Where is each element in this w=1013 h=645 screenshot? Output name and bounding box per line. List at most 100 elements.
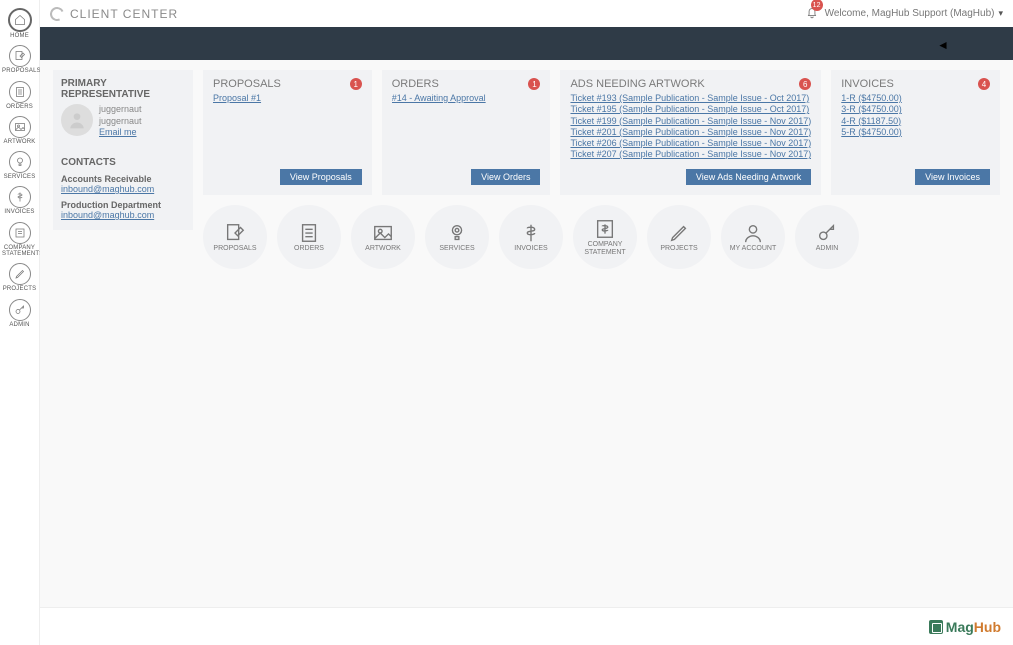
doc-lines-icon (298, 222, 320, 244)
topbar: CLIENT CENTER 12 Welcome, MagHub Support… (40, 0, 1013, 27)
rail-label: HOME (0, 33, 39, 39)
rail-projects[interactable]: PROJECTS (0, 259, 39, 294)
header-band (40, 27, 1013, 60)
image-icon (9, 116, 31, 138)
rep-heading: PRIMARY REPRESENTATIVE (61, 78, 185, 100)
nav-circle-projects[interactable]: PROJECTS (647, 205, 711, 269)
key-icon (816, 222, 838, 244)
notifications-button[interactable]: 12 (805, 5, 819, 22)
brand-mag: Mag (946, 619, 974, 635)
welcome-text: Welcome, MagHub Support (MagHub) (825, 8, 995, 19)
dollar-icon (9, 186, 31, 208)
rail-label: INVOICES (0, 209, 39, 215)
list-item[interactable]: 3-R ($4750.00) (841, 104, 990, 115)
dollar-icon (520, 222, 542, 244)
rail-label: ORDERS (0, 104, 39, 110)
rail-label: PROJECTS (0, 286, 39, 292)
rail-artwork[interactable]: ARTWORK (0, 112, 39, 147)
footer: MagHub (40, 607, 1013, 645)
pencil-doc-icon (224, 222, 246, 244)
nav-circle-artwork[interactable]: ARTWORK (351, 205, 415, 269)
rep-name: juggernaut (99, 116, 142, 128)
view-proposals-button[interactable]: View Proposals (280, 169, 362, 185)
chevron-down-icon[interactable]: ▾ (998, 8, 1003, 19)
card-ads-needing-artwork: ADS NEEDING ARTWORK 6 Ticket #193 (Sampl… (560, 70, 821, 195)
list-item[interactable]: Ticket #195 (Sample Publication - Sample… (570, 104, 811, 115)
contact-email-link[interactable]: inbound@maghub.com (61, 210, 185, 220)
list-item[interactable]: 5-R ($4750.00) (841, 127, 990, 138)
rail-services[interactable]: SERVICES (0, 147, 39, 182)
home-icon (8, 8, 32, 32)
view-invoices-button[interactable]: View Invoices (915, 169, 990, 185)
circle-label: PROJECTS (656, 245, 701, 252)
image-icon (372, 222, 394, 244)
list-item[interactable]: Ticket #199 (Sample Publication - Sample… (570, 116, 811, 127)
card-title: ADS NEEDING ARTWORK (570, 78, 811, 90)
bulb-icon (9, 151, 31, 173)
count-badge: 4 (978, 78, 990, 90)
list-item[interactable]: Proposal #1 (213, 93, 362, 104)
statement-dollar-icon (594, 218, 616, 240)
rail-label: ADMIN (0, 322, 39, 328)
statement-icon (9, 222, 31, 244)
circle-label: ARTWORK (361, 245, 405, 252)
rep-email-link[interactable]: Email me (99, 127, 142, 139)
main-content: PRIMARY REPRESENTATIVE juggernaut jugger… (40, 60, 1013, 607)
circle-label: PROPOSALS (209, 245, 260, 252)
count-badge: 1 (350, 78, 362, 90)
rail-orders[interactable]: ORDERS (0, 77, 39, 112)
rail-company-statements[interactable]: COMPANY STATEMENTS (0, 218, 39, 260)
list-item[interactable]: 1-R ($4750.00) (841, 93, 990, 104)
nav-rail: HOME PROPOSALS ORDERS ARTWORK SERVICES I… (0, 0, 40, 645)
pencil-doc-icon (9, 45, 31, 67)
rail-label: SERVICES (0, 174, 39, 180)
view-ads-button[interactable]: View Ads Needing Artwork (686, 169, 811, 185)
circle-label: COMPANY STATEMENT (573, 241, 637, 256)
card-title: INVOICES (841, 78, 990, 90)
nav-circle-orders[interactable]: ORDERS (277, 205, 341, 269)
circle-label: INVOICES (510, 245, 551, 252)
contact-email-link[interactable]: inbound@maghub.com (61, 184, 185, 194)
bulb-gear-icon (446, 222, 468, 244)
contacts-heading: CONTACTS (61, 157, 185, 168)
person-icon (67, 110, 87, 130)
rail-label: COMPANY STATEMENTS (0, 245, 39, 258)
nav-circle-my-account[interactable]: MY ACCOUNT (721, 205, 785, 269)
card-orders: ORDERS 1 #14 - Awaiting Approval View Or… (382, 70, 551, 195)
nav-circle-services[interactable]: SERVICES (425, 205, 489, 269)
list-item[interactable]: Ticket #193 (Sample Publication - Sample… (570, 93, 811, 104)
nav-circle-company-statement[interactable]: COMPANY STATEMENT (573, 205, 637, 269)
rail-admin[interactable]: ADMIN (0, 295, 39, 330)
rail-label: ARTWORK (0, 139, 39, 145)
rail-home[interactable]: HOME (0, 4, 39, 41)
contact-name: Production Department (61, 200, 185, 210)
rail-invoices[interactable]: INVOICES (0, 182, 39, 217)
circle-label: ORDERS (290, 245, 328, 252)
logo-square-icon (929, 620, 943, 634)
key-icon (9, 299, 31, 321)
circle-label: SERVICES (435, 245, 478, 252)
card-proposals: PROPOSALS 1 Proposal #1 View Proposals (203, 70, 372, 195)
notification-badge: 12 (811, 0, 823, 11)
rail-label: PROPOSALS (0, 68, 39, 74)
quick-nav-circles: PROPOSALS ORDERS ARTWORK SERVICES INVOIC… (203, 205, 1000, 269)
list-item[interactable]: Ticket #207 (Sample Publication - Sample… (570, 149, 811, 160)
list-item[interactable]: Ticket #201 (Sample Publication - Sample… (570, 127, 811, 138)
rep-name: juggernaut (99, 104, 142, 116)
contact-name: Accounts Receivable (61, 174, 185, 184)
pencil-icon (9, 263, 31, 285)
circle-label: MY ACCOUNT (726, 245, 781, 252)
nav-circle-invoices[interactable]: INVOICES (499, 205, 563, 269)
nav-circle-admin[interactable]: ADMIN (795, 205, 859, 269)
logo-spinner-icon (48, 5, 66, 23)
pencil-icon (668, 222, 690, 244)
card-title: PROPOSALS (213, 78, 362, 90)
nav-circle-proposals[interactable]: PROPOSALS (203, 205, 267, 269)
page-title: CLIENT CENTER (70, 7, 178, 21)
list-item[interactable]: 4-R ($1187.50) (841, 116, 990, 127)
person-icon (742, 222, 764, 244)
list-item[interactable]: #14 - Awaiting Approval (392, 93, 541, 104)
view-orders-button[interactable]: View Orders (471, 169, 540, 185)
list-item[interactable]: Ticket #206 (Sample Publication - Sample… (570, 138, 811, 149)
rail-proposals[interactable]: PROPOSALS (0, 41, 39, 76)
